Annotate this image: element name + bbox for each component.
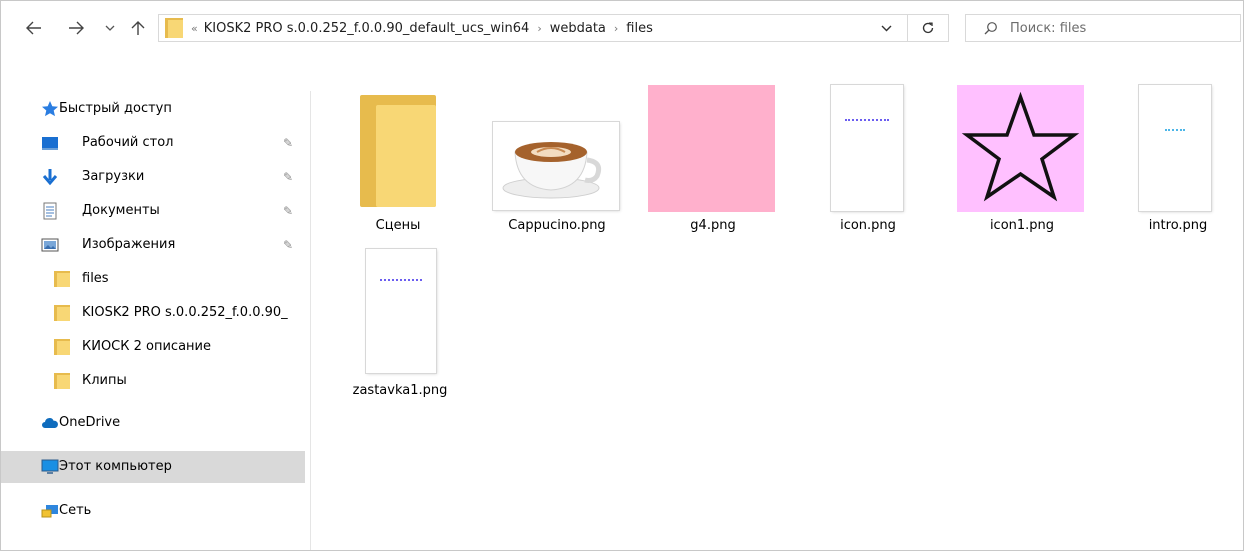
- breadcrumb-webdata[interactable]: webdata: [550, 21, 606, 36]
- file-item-zastavka1[interactable]: zastavka1.png: [349, 243, 479, 403]
- file-item-cappucino[interactable]: Cappucino.png: [491, 89, 621, 239]
- breadcrumb-separator[interactable]: ›: [537, 22, 541, 35]
- sidebar-item-label: Быстрый доступ: [59, 101, 172, 116]
- breadcrumb-files[interactable]: files: [626, 21, 653, 36]
- explorer-window: « KIOSK2 PRO s.0.0.252_f.0.0.90_default_…: [0, 0, 1244, 551]
- file-item-g4[interactable]: g4.png: [647, 85, 777, 235]
- file-item-icon1[interactable]: icon1.png: [955, 85, 1085, 235]
- star-icon: [42, 101, 58, 117]
- icon-thumbnail: [831, 85, 903, 211]
- pin-icon[interactable]: ✎: [283, 136, 293, 150]
- folder-icon: [54, 373, 70, 389]
- sidebar-item-kiosk2-description[interactable]: КИОСК 2 описание: [1, 331, 305, 363]
- folder-icon: [54, 271, 70, 287]
- folder-icon: [54, 305, 70, 321]
- file-name: icon.png: [840, 218, 896, 233]
- forward-button[interactable]: [63, 15, 89, 41]
- download-arrow-icon: [42, 169, 58, 186]
- file-name: g4.png: [690, 218, 736, 233]
- sidebar-item-label: Сеть: [59, 503, 92, 518]
- search-input[interactable]: [1008, 19, 1212, 37]
- sidebar-item-clips[interactable]: Клипы: [1, 365, 305, 397]
- zastavka-thumbnail: [366, 249, 436, 373]
- search-box[interactable]: [965, 14, 1241, 42]
- sidebar-item-label: Документы: [82, 203, 160, 218]
- folder-icon: [360, 95, 436, 207]
- up-arrow-icon: [131, 21, 145, 35]
- cappuccino-thumbnail: [493, 122, 619, 210]
- sidebar-item-files[interactable]: files: [1, 263, 305, 295]
- refresh-button[interactable]: [907, 15, 948, 41]
- computer-icon: [41, 459, 59, 474]
- sidebar-item-label: Рабочий стол: [82, 135, 174, 150]
- navigation-bar: « KIOSK2 PRO s.0.0.252_f.0.0.90_default_…: [1, 1, 1243, 71]
- pink-image-thumbnail: [648, 85, 775, 212]
- sidebar-item-documents[interactable]: Документы ✎: [1, 195, 305, 227]
- address-bar[interactable]: « KIOSK2 PRO s.0.0.252_f.0.0.90_default_…: [158, 14, 949, 42]
- sidebar-item-quick-access[interactable]: Быстрый доступ: [1, 93, 305, 125]
- sidebar-item-this-pc[interactable]: Этот компьютер: [1, 451, 305, 483]
- document-icon: [43, 202, 57, 220]
- sidebar-item-pictures[interactable]: Изображения ✎: [1, 229, 305, 261]
- file-name: zastavka1.png: [352, 383, 448, 398]
- sidebar-item-kiosk2-pro[interactable]: KIOSK2 PRO s.0.0.252_f.0.0.90_: [1, 297, 305, 329]
- sidebar-item-label: KIOSK2 PRO s.0.0.252_f.0.0.90_: [82, 305, 288, 320]
- sidebar-item-onedrive[interactable]: OneDrive: [1, 407, 305, 439]
- coffee-cup-icon: [502, 142, 602, 199]
- file-list: Сцены Cappucino.png g4.png icon.png icon…: [311, 71, 1243, 550]
- folder-icon: [165, 18, 183, 38]
- navigation-pane: Быстрый доступ Рабочий стол ✎ Загрузки ✎…: [1, 91, 311, 550]
- file-item-intro[interactable]: intro.png: [1113, 85, 1243, 235]
- sidebar-item-downloads[interactable]: Загрузки ✎: [1, 161, 305, 193]
- file-item-scenes[interactable]: Сцены: [349, 89, 479, 239]
- address-dropdown-button[interactable]: [868, 15, 904, 41]
- file-name: Cappucino.png: [508, 218, 606, 233]
- pictures-icon: [41, 238, 59, 252]
- desktop-icon: [42, 137, 58, 150]
- chevron-down-icon: [105, 25, 115, 31]
- cloud-icon: [42, 418, 58, 428]
- folder-icon: [54, 339, 70, 355]
- sidebar-item-desktop[interactable]: Рабочий стол ✎: [1, 127, 305, 159]
- star-outline-icon: [961, 91, 1080, 202]
- pin-icon[interactable]: ✎: [283, 238, 293, 252]
- file-item-icon[interactable]: icon.png: [807, 85, 937, 235]
- file-name: intro.png: [1148, 218, 1208, 233]
- pin-icon[interactable]: ✎: [283, 204, 293, 218]
- overflow-chevron[interactable]: «: [191, 22, 198, 35]
- sidebar-item-label: КИОСК 2 описание: [82, 339, 211, 354]
- up-button[interactable]: [125, 15, 151, 41]
- file-name: Сцены: [375, 218, 421, 233]
- sidebar-item-label: OneDrive: [59, 415, 121, 430]
- search-icon: [984, 22, 997, 35]
- recent-locations-button[interactable]: [101, 15, 119, 41]
- sidebar-item-network[interactable]: Сеть: [1, 495, 305, 527]
- sidebar-item-label: Клипы: [82, 373, 127, 388]
- intro-thumbnail: [1139, 85, 1211, 211]
- star-image-thumbnail: [957, 85, 1084, 212]
- refresh-icon: [922, 22, 934, 34]
- breadcrumb-kiosk2[interactable]: KIOSK2 PRO s.0.0.252_f.0.0.90_default_uc…: [204, 21, 530, 36]
- back-button[interactable]: [21, 15, 47, 41]
- breadcrumb-separator[interactable]: ›: [614, 22, 618, 35]
- file-name: icon1.png: [989, 218, 1055, 233]
- sidebar-item-label: Загрузки: [82, 169, 145, 184]
- back-arrow-icon: [26, 21, 41, 35]
- pin-icon[interactable]: ✎: [283, 170, 293, 184]
- network-icon: [41, 505, 58, 518]
- sidebar-item-label: Изображения: [82, 237, 176, 252]
- forward-arrow-icon: [69, 21, 84, 35]
- chevron-down-icon: [881, 25, 891, 31]
- sidebar-item-label: files: [82, 271, 109, 286]
- sidebar-item-label: Этот компьютер: [59, 459, 172, 474]
